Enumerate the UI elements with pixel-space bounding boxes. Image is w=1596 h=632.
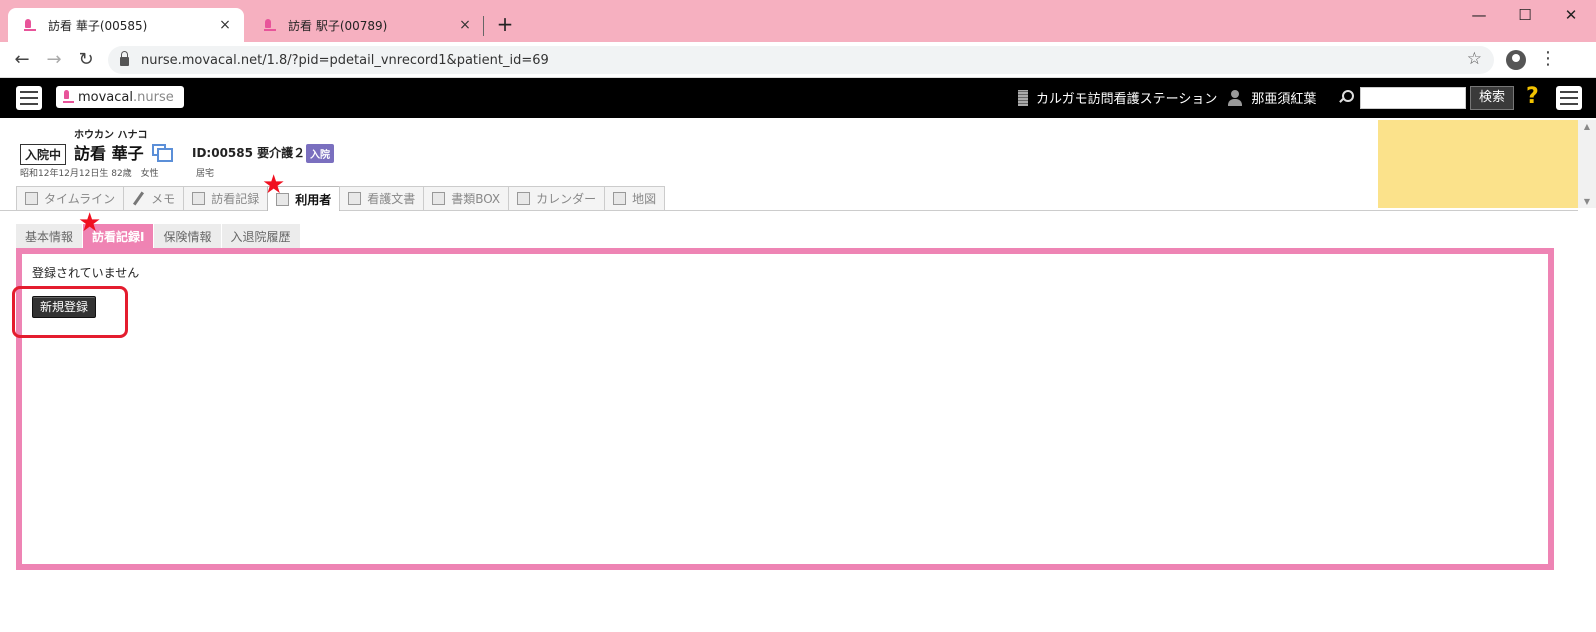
map-icon — [613, 192, 627, 205]
tab-label: メモ — [151, 192, 176, 206]
tab-label: カレンダー — [536, 192, 597, 206]
search-button[interactable]: 検索 — [1470, 86, 1514, 110]
search-input[interactable] — [1360, 87, 1466, 109]
tab-label: 利用者 — [295, 192, 332, 207]
tab-map[interactable]: 地図 — [604, 186, 666, 210]
subtab-admission-history[interactable]: 入退院履歴 — [221, 224, 300, 248]
content-panel: 登録されていません 新規登録 — [16, 248, 1554, 570]
user-name[interactable]: 那亜須紅葉 — [1251, 88, 1316, 107]
movacal-logo-icon — [63, 90, 74, 104]
help-icon[interactable]: ? — [1526, 84, 1539, 109]
tab-memo[interactable]: メモ — [123, 186, 185, 210]
patient-id-care-level: ID:00585 要介護２ — [192, 146, 306, 160]
annotation-highlight-box — [12, 286, 128, 338]
forward-arrow-icon[interactable]: → — [42, 48, 66, 72]
tab-label: 看護文書 — [367, 192, 416, 206]
tab-calendar[interactable]: カレンダー — [508, 186, 606, 210]
tab-close-icon[interactable]: × — [216, 17, 234, 33]
movacal-logo[interactable]: movacal .nurse — [56, 86, 184, 108]
tab-nursing-docs[interactable]: 看護文書 — [339, 186, 425, 210]
minimize-button[interactable]: — — [1456, 4, 1502, 28]
browser-menu-icon[interactable]: ⋮ — [1538, 48, 1558, 69]
tab-label: タイムライン — [44, 192, 116, 206]
scrollbar[interactable]: ▲ ▼ — [1578, 120, 1596, 208]
app-header: movacal .nurse カルガモ訪問看護ステーション 那亜須紅葉 検索 ? — [0, 78, 1596, 118]
logo-sub-text: .nurse — [133, 89, 174, 105]
address-bar: ← → ↻ nurse.movacal.net/1.8/?pid=pdetail… — [0, 42, 1596, 78]
patient-kana: ホウカン ハナコ — [74, 130, 148, 141]
tab-visit-record[interactable]: 訪看記録 — [183, 186, 269, 210]
logo-main-text: movacal — [78, 89, 134, 105]
reload-icon[interactable]: ↻ — [74, 48, 98, 72]
profile-avatar-icon[interactable] — [1506, 50, 1526, 70]
browser-tab-title: 訪看 華子(00585) — [48, 18, 148, 33]
tab-close-icon[interactable]: × — [456, 17, 474, 33]
url-text: nurse.movacal.net/1.8/?pid=pdetail_vnrec… — [141, 52, 549, 68]
annotation-star-icon: ★ — [262, 170, 286, 200]
box-icon — [432, 192, 446, 205]
subtab-insurance-info[interactable]: 保険情報 — [154, 224, 221, 248]
patient-name: 訪看 華子 — [74, 144, 144, 163]
annotation-star-icon: ★ — [78, 208, 102, 238]
url-field[interactable]: nurse.movacal.net/1.8/?pid=pdetail_vnrec… — [108, 46, 1494, 74]
maximize-button[interactable]: ☐ — [1502, 4, 1548, 28]
station-name[interactable]: カルガモ訪問看護ステーション — [1036, 88, 1217, 107]
back-arrow-icon[interactable]: ← — [10, 48, 34, 72]
scroll-up-icon[interactable]: ▲ — [1578, 122, 1596, 131]
movacal-favicon-icon — [262, 17, 278, 33]
bookmark-star-icon[interactable]: ☆ — [1467, 49, 1482, 69]
patient-birth-info: 昭和12年12月12日生 82歳 女性 — [20, 169, 159, 179]
user-icon — [1227, 89, 1243, 106]
tab-label: 地図 — [632, 192, 657, 206]
patient-residence: 居宅 — [196, 169, 215, 179]
subtab-basic-info[interactable]: 基本情報 — [16, 224, 83, 248]
hamburger-menu-icon[interactable] — [16, 86, 42, 110]
hospitalized-status-badge: 入院中 — [20, 144, 67, 165]
browser-tab-title: 訪看 駅子(00789) — [288, 18, 388, 33]
calendar-icon — [517, 192, 531, 205]
search-icon — [1338, 90, 1354, 104]
browser-tab-active[interactable]: 訪看 華子(00585) × — [8, 8, 244, 42]
sub-tabs: 基本情報 訪看記録I 保険情報 入退院履歴 — [16, 224, 301, 248]
note-panel — [1378, 120, 1578, 208]
copy-window-icon[interactable] — [152, 144, 173, 162]
building-icon — [1018, 89, 1028, 106]
tab-timeline[interactable]: タイムライン — [16, 186, 125, 210]
admission-badge: 入院 — [306, 144, 334, 163]
pdf-icon — [348, 192, 362, 205]
right-menu-icon[interactable] — [1556, 86, 1582, 110]
main-tabs: タイムライン メモ 訪看記録 利用者 看護文書 書類BOX カレンダー 地図 — [16, 186, 666, 211]
window-close-button[interactable]: ✕ — [1548, 4, 1594, 28]
new-tab-button[interactable]: + — [492, 12, 518, 36]
station-user-info: カルガモ訪問看護ステーション 那亜須紅葉 — [1018, 88, 1316, 107]
tab-label: 書類BOX — [451, 192, 501, 206]
tab-document-box[interactable]: 書類BOX — [423, 186, 510, 210]
pencil-icon — [132, 192, 145, 205]
scroll-down-icon[interactable]: ▼ — [1578, 197, 1596, 206]
tab-separator — [483, 16, 484, 36]
movacal-favicon-icon — [22, 17, 38, 33]
record-icon — [192, 192, 206, 205]
tab-label: 訪看記録 — [211, 192, 260, 206]
browser-tab-strip: 訪看 華子(00585) × 訪看 駅子(00789) × + — ☐ ✕ — [0, 0, 1596, 42]
browser-tab-inactive[interactable]: 訪看 駅子(00789) × — [248, 8, 484, 42]
timeline-icon — [25, 192, 38, 205]
empty-message: 登録されていません — [32, 266, 140, 280]
lock-icon — [120, 51, 129, 66]
